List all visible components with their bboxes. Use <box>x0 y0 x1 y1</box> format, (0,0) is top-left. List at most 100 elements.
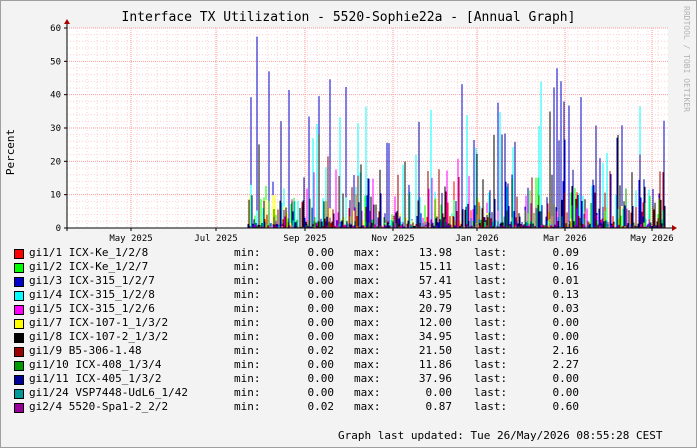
legend-swatch <box>14 277 24 287</box>
y-tick-label: 10 <box>50 191 61 201</box>
y-tick-label: 40 <box>50 91 61 101</box>
legend-min-value: 0.00 <box>307 316 335 329</box>
x-tick-label: May 2026 <box>630 234 673 244</box>
legend-min-label: min: <box>234 316 261 329</box>
legend-last-label: last: <box>474 344 508 357</box>
legend-max-value: 0.87 <box>425 400 453 413</box>
y-tick-label: 50 <box>50 57 61 67</box>
legend-last-value: 0.60 <box>552 400 580 413</box>
legend-row: gi1/5 ICX-315_1/2/6 min: 0.00 max: 20.79 last… <box>14 302 694 316</box>
x-tick-label: May 2025 <box>109 234 152 244</box>
legend-max-label: max: <box>354 330 381 343</box>
legend-min-value: 0.00 <box>307 260 335 273</box>
legend-last-value: 2.27 <box>552 358 580 371</box>
y-tick-label: 0 <box>56 224 61 234</box>
legend-swatch <box>14 375 24 385</box>
legend-name: gi1/7 ICX-107-1_1/3/2 <box>29 316 169 329</box>
legend-row: gi1/8 ICX-107-2_1/3/2 min: 0.00 max: 34.95 la… <box>14 330 694 344</box>
y-tick-labels: 0 10 20 30 40 50 60 <box>50 24 61 234</box>
legend-last-value: 0.01 <box>552 274 580 287</box>
y-tick-label: 30 <box>50 124 61 134</box>
x-tick-label: Jul 2025 <box>194 234 237 244</box>
legend-min-label: min: <box>234 260 261 273</box>
legend-row: gi1/4 ICX-315_1/2/8 min: 0.00 max: 43.95 last… <box>14 288 694 302</box>
legend-name: gi1/24 VSP7448-UdL6_1/42 <box>29 386 188 399</box>
legend-row: gi2/4 5520-Spa1-2_2/2 min: 0.02 max: 0.87 las… <box>14 400 694 414</box>
legend-last-label: last: <box>474 358 508 371</box>
legend-last-label: last: <box>474 372 508 385</box>
legend-min-label: min: <box>234 386 261 399</box>
legend-max-value: 34.95 <box>418 330 452 343</box>
legend-last-label: last: <box>474 330 508 343</box>
legend-last-value: 0.16 <box>552 260 580 273</box>
legend-min-value: 0.00 <box>307 330 335 343</box>
legend-max-label: max: <box>354 386 381 399</box>
legend-min-label: min: <box>234 288 261 301</box>
legend-last-label: last: <box>474 246 508 259</box>
legend-swatch <box>14 347 24 357</box>
legend-row: gi1/11 ICX-405_1/3/2 min: 0.00 max: 37.96 las… <box>14 372 694 386</box>
legend-min-value: 0.00 <box>307 372 335 385</box>
legend-last-value: 0.09 <box>552 246 580 259</box>
legend-name: gi1/10 ICX-408_1/3/4 <box>29 358 162 371</box>
legend-min-label: min: <box>234 246 261 259</box>
legend-min-label: min: <box>234 302 261 315</box>
legend-last-label: last: <box>474 316 508 329</box>
legend-max-value: 21.50 <box>418 344 452 357</box>
legend-min-value: 0.00 <box>307 386 335 399</box>
legend-max-value: 13.98 <box>418 246 452 259</box>
legend-min-value: 0.00 <box>307 274 335 287</box>
legend-last-label: last: <box>474 288 508 301</box>
x-tick-label: Jan 2026 <box>455 234 498 244</box>
legend-swatch <box>14 305 24 315</box>
legend-swatch <box>14 403 24 413</box>
legend-max-value: 11.86 <box>418 358 452 371</box>
legend-last-value: 0.00 <box>552 330 580 343</box>
legend-row: gi1/7 ICX-107-1_1/3/2 min: 0.00 max: 12.00 la… <box>14 316 694 330</box>
legend-max-value: 37.96 <box>418 372 452 385</box>
legend-last-label: last: <box>474 386 508 399</box>
legend-max-label: max: <box>354 400 381 413</box>
legend-max-label: max: <box>354 316 381 329</box>
legend-max-value: 20.79 <box>418 302 452 315</box>
legend-min-label: min: <box>234 330 261 343</box>
legend-min-value: 0.00 <box>307 302 335 315</box>
legend-swatch <box>14 319 24 329</box>
x-tick-labels: May 2025 Jul 2025 Sep 2025 Nov 2025 Jan 2026… <box>109 234 673 244</box>
x-tick-label: Nov 2025 <box>371 234 414 244</box>
legend-min-label: min: <box>234 372 261 385</box>
x-tick-label: Mar 2026 <box>543 234 586 244</box>
last-updated: Graph last updated: Tue 26/May/2026 08:5… <box>338 429 663 442</box>
legend-min-value: 0.00 <box>307 246 335 259</box>
legend-name: gi1/4 ICX-315_1/2/8 <box>29 288 155 301</box>
legend-row: gi1/10 ICX-408_1/3/4 min: 0.00 max: 11.86 las… <box>14 358 694 372</box>
legend-row: gi1/3 ICX-315_1/2/7 min: 0.00 max: 57.41 last… <box>14 274 694 288</box>
legend-swatch <box>14 333 24 343</box>
legend-last-value: 0.00 <box>552 386 580 399</box>
legend-last-value: 0.00 <box>552 316 580 329</box>
legend-name: gi1/8 ICX-107-2_1/3/2 <box>29 330 169 343</box>
legend-max-label: max: <box>354 344 381 357</box>
legend-min-label: min: <box>234 358 261 371</box>
legend-name: gi1/3 ICX-315_1/2/7 <box>29 274 155 287</box>
legend-min-label: min: <box>234 344 261 357</box>
legend-name: gi1/9 B5-306-1.48 <box>29 344 142 357</box>
y-tick-label: 20 <box>50 157 61 167</box>
legend-last-value: 0.13 <box>552 288 580 301</box>
legend-last-value: 0.00 <box>552 372 580 385</box>
legend-swatch <box>14 389 24 399</box>
legend-swatch <box>14 291 24 301</box>
legend-max-value: 57.41 <box>418 274 452 287</box>
legend-last-label: last: <box>474 302 508 315</box>
legend-last-label: last: <box>474 274 508 287</box>
legend-last-value: 2.16 <box>552 344 580 357</box>
x-axis-arrow <box>672 225 677 231</box>
legend-max-label: max: <box>354 358 381 371</box>
legend-name: gi1/2 ICX-Ke_1/2/7 <box>29 260 149 273</box>
legend-row: gi1/1 ICX-Ke_1/2/8 min: 0.00 max: 13.98 last:… <box>14 246 694 260</box>
legend-name: gi1/1 ICX-Ke_1/2/8 <box>29 246 149 259</box>
legend-min-label: min: <box>234 400 261 413</box>
legend-max-value: 43.95 <box>418 288 452 301</box>
y-tick-label: 60 <box>50 24 61 34</box>
legend-max-value: 15.11 <box>418 260 452 273</box>
